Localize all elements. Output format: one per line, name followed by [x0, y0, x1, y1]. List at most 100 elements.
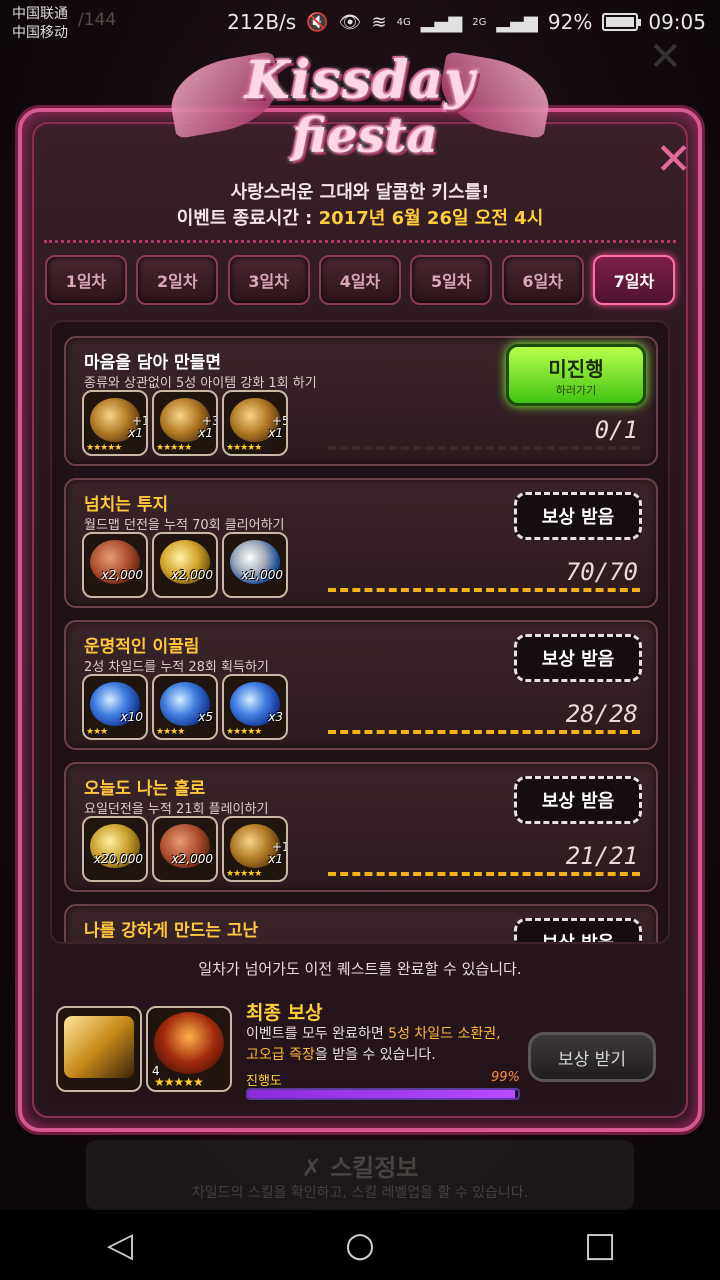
network-type: 4G [396, 16, 411, 28]
final-reward-item-1 [56, 1006, 142, 1092]
claim-final-reward-button[interactable]: 보상 받기 [528, 1032, 656, 1082]
tab-day-7[interactable]: 7일차 [592, 255, 675, 305]
reward-items: x10 ★★★ x5 ★★★★ x3 ★★★★★ [82, 674, 288, 740]
go-button-sublabel: 하러가기 [555, 384, 597, 397]
logo-title-line2: fiesta [292, 108, 438, 164]
item-quantity: x2,000 [171, 852, 213, 866]
reward-items: +1 x1 ★★★★★ +3 x1 ★★★★★ +5 x1 ★★★★★ [82, 390, 288, 456]
signal-icon: ▂▄▆ [420, 11, 463, 33]
final-reward-desc: 이벤트를 모두 완료하면 5성 차일드 소환권, 고오급 즉장을 받을 수 있습… [246, 1024, 546, 1066]
go-button-label: 미진행 [548, 357, 604, 381]
progress-percent: 99% [491, 1070, 520, 1085]
reward-item[interactable]: +3 x1 ★★★★★ [152, 390, 218, 456]
reward-item[interactable]: x1,000 [222, 532, 288, 598]
quest-title: 마음을 담아 만들면 [84, 353, 221, 373]
reward-claimed-button[interactable]: 보상 받음 [514, 918, 642, 942]
reward-item[interactable]: x3 ★★★★★ [222, 674, 288, 740]
tab-day-3[interactable]: 3일차 [227, 255, 310, 305]
quest-title: 오늘도 나는 홀로 [84, 779, 206, 799]
tab-day-1[interactable]: 1일차 [45, 255, 127, 305]
item-quantity: x1 [268, 852, 283, 866]
tab-day-2[interactable]: 2일차 [136, 255, 219, 305]
bg-stamina-counter: /144 [78, 10, 117, 30]
reward-item[interactable]: x5 ★★★★ [152, 674, 218, 740]
item-quantity: x5 [198, 710, 213, 724]
close-icon[interactable]: ✕ [655, 138, 692, 182]
quest-progress: 21/21 [565, 842, 638, 870]
rarity-stars: ★★★★★ [156, 443, 192, 453]
quest-progress: 70/70 [565, 558, 638, 586]
reward-item[interactable]: +1 x1 ★★★★★ [222, 816, 288, 882]
item-quantity: x1,000 [241, 568, 283, 582]
final-reward-item-2: 4 ★★★★★ [146, 1006, 232, 1092]
quest-progress-bar [328, 588, 640, 592]
item-quantity: x3 [268, 710, 283, 724]
final-desc-text-2: 을 받을 수 있습니다. [314, 1047, 436, 1063]
rarity-stars: ★★★★★ [154, 1075, 204, 1089]
clock: 09:05 [648, 10, 706, 34]
skill-info-title: ✗ 스킬정보 [301, 1154, 419, 1182]
system-nav-bar: ◁ ○ □ [0, 1210, 720, 1280]
reward-claimed-button[interactable]: 보상 받음 [514, 634, 642, 682]
status-indicators: 212B/s 🔇 👁 ≋ 4G ▂▄▆ 2G ▂▄▆ 92% 09:05 [227, 10, 706, 34]
reward-items: x20,000 x2,000 +1 x1 ★★★★★ [82, 816, 288, 882]
recents-icon[interactable]: □ [570, 1215, 630, 1275]
reward-item[interactable]: x20,000 [82, 816, 148, 882]
mute-icon: 🔇 [306, 11, 329, 33]
item-quantity: x1 [268, 426, 283, 440]
summon-ticket-icon [64, 1016, 134, 1078]
rarity-stars: ★★★★ [156, 727, 185, 737]
wifi-icon: ≋ [371, 11, 387, 33]
final-desc-text: 이벤트를 모두 완료하면 [246, 1026, 389, 1042]
final-reward-title: 최종 보상 [246, 1002, 323, 1024]
home-icon[interactable]: ○ [330, 1215, 390, 1275]
reward-claimed-button[interactable]: 보상 받음 [514, 492, 642, 540]
reward-claimed-button[interactable]: 보상 받음 [514, 776, 642, 824]
reward-item[interactable]: +5 x1 ★★★★★ [222, 390, 288, 456]
item-quantity: x1 [128, 426, 143, 440]
quest-progress: 0/1 [594, 416, 638, 444]
screen: 中国联通 中国移动 /144 212B/s 🔇 👁 ≋ 4G ▂▄▆ 2G ▂▄… [0, 0, 720, 1280]
final-reward-section: 4 ★★★★★ 최종 보상 이벤트를 모두 완료하면 5성 차일드 소환권, 고… [56, 992, 666, 1112]
reward-item[interactable]: x2,000 [152, 532, 218, 598]
quest-description: 2성 차일드를 누적 28회 획득하기 [84, 660, 269, 675]
progress-bar-fill [248, 1090, 516, 1098]
signal-2-icon: ▂▄▆ [496, 11, 538, 33]
end-time-value: 2017년 6월 26일 오전 4시 [318, 208, 544, 229]
reward-item[interactable]: x2,000 [82, 532, 148, 598]
reward-items: x2,000 x2,000 x1,000 [82, 532, 288, 598]
quest-progress: 28/28 [565, 700, 638, 728]
quest-progress-bar [328, 872, 640, 876]
rarity-stars: ★★★★★ [226, 869, 262, 879]
event-subtitle: 사랑스러운 그대와 달콤한 키스를! [230, 182, 490, 203]
rarity-stars: ★★★★★ [226, 727, 262, 737]
background-skill-card: ✗ 스킬정보 차일드의 스킬을 확인하고, 스킬 레벨업을 할 수 있습니다. [86, 1140, 634, 1210]
go-to-quest-button[interactable]: 미진행하러가기 [506, 344, 646, 406]
divider [44, 240, 676, 243]
back-icon[interactable]: ◁ [90, 1215, 150, 1275]
tab-day-4[interactable]: 4일차 [318, 255, 401, 305]
sword-equipment-icon [154, 1012, 224, 1074]
carrier-2: 中国移动 [12, 25, 68, 41]
day-tabs: 1일차 2일차 3일차 4일차 5일차 6일차 7일차 [45, 255, 675, 307]
item-quantity: x2,000 [101, 568, 143, 582]
carrier-1: 中国联通 [12, 6, 68, 22]
quest-card: 넘치는 투지 월드맵 던전을 누적 70회 클리어하기 x2,000 x2,000 x1… [64, 478, 658, 608]
tab-day-5[interactable]: 5일차 [410, 255, 493, 305]
quest-title: 넘치는 투지 [84, 495, 169, 515]
tab-day-6[interactable]: 6일차 [501, 255, 584, 305]
quest-list[interactable]: 마음을 담아 만들면 종류와 상관없이 5성 아이템 강화 1회 하기 +1 x1 ★★… [50, 320, 670, 944]
quest-card: 운명적인 이끌림 2성 차일드를 누적 28회 획득하기 x10 ★★★ x5 ★★★★ x… [64, 620, 658, 750]
carrier-info: 中国联通 中国移动 [12, 5, 68, 43]
rarity-stars: ★★★★★ [226, 443, 262, 453]
logo-title-line1: Kissday [244, 50, 476, 111]
quest-card: 오늘도 나는 홀로 요일던전을 누적 21회 플레이하기 x20,000 x2,000… [64, 762, 658, 892]
progress-bar [246, 1088, 520, 1100]
reward-item[interactable]: x10 ★★★ [82, 674, 148, 740]
eye-icon: 👁 [338, 11, 362, 33]
reward-item[interactable]: +1 x1 ★★★★★ [82, 390, 148, 456]
progress-label: 진행도 [246, 1074, 282, 1089]
net-speed: 212B/s [227, 10, 297, 34]
rarity-stars: ★★★ [86, 727, 108, 737]
reward-item[interactable]: x2,000 [152, 816, 218, 882]
